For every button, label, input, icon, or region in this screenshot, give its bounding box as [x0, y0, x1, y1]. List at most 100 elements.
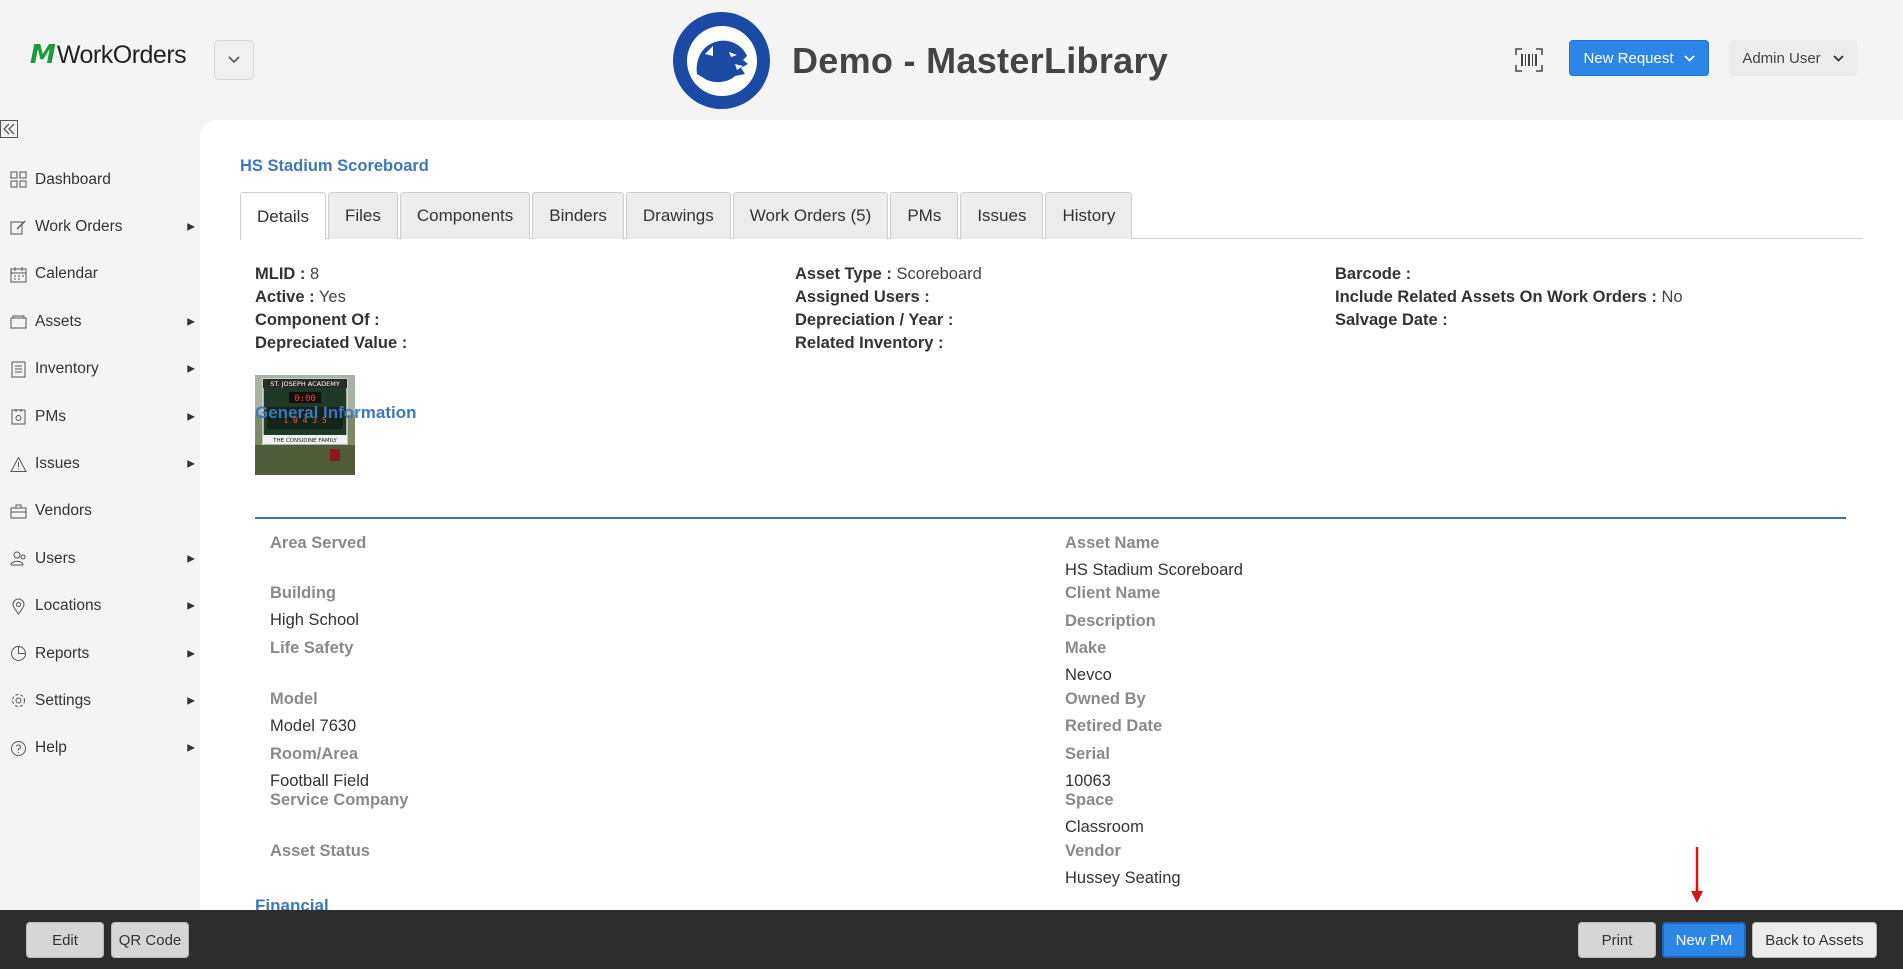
submenu-arrow-icon: ▶: [187, 695, 195, 707]
field-value-room-area: Football Field: [270, 772, 370, 790]
pms-icon: [9, 408, 27, 426]
field-label-asset-status: Asset Status: [270, 842, 370, 860]
sidebar-item-users[interactable]: Users ▶: [0, 535, 200, 582]
sidebar-nav: Dashboard Work Orders ▶ Calendar Assets …: [0, 156, 200, 772]
user-menu-button[interactable]: Admin User: [1729, 40, 1857, 76]
tab-files[interactable]: Files: [327, 192, 398, 239]
tab-pms[interactable]: PMs: [890, 192, 959, 239]
sidebar-item-label: Vendors: [35, 502, 92, 520]
warning-icon: [9, 455, 27, 473]
sidebar-item-help[interactable]: Help ▶: [0, 725, 200, 772]
chevron-down-icon: [1833, 54, 1844, 62]
field-value-make: Nevco: [1065, 666, 1112, 684]
sidebar-item-calendar[interactable]: Calendar: [0, 251, 200, 298]
field-label-model: Model: [270, 690, 318, 708]
field-label-asset-name: Asset Name: [1065, 534, 1160, 552]
app-logo[interactable]: M WorkOrders: [30, 40, 187, 70]
collapse-sidebar-button[interactable]: [0, 120, 20, 140]
field-label-room-area: Room/Area: [270, 745, 359, 763]
submenu-arrow-icon: ▶: [187, 600, 195, 612]
sidebar-item-label: Issues: [35, 455, 80, 473]
meta-depreciation-year: Depreciation / Year :: [795, 311, 954, 329]
meta-related-inventory: Related Inventory :: [795, 334, 944, 352]
calendar-icon: [9, 265, 27, 283]
sidebar-item-vendors[interactable]: Vendors: [0, 488, 200, 535]
sidebar-item-dashboard[interactable]: Dashboard: [0, 156, 200, 203]
general-information-heading: General Information: [255, 403, 417, 422]
sidebar-item-pms[interactable]: PMs ▶: [0, 393, 200, 440]
field-value-asset-name: HS Stadium Scoreboard: [1065, 561, 1243, 579]
tab-components[interactable]: Components: [399, 192, 531, 239]
main-content: HS Stadium Scoreboard Details Files Comp…: [200, 120, 1903, 910]
submenu-arrow-icon: ▶: [187, 458, 195, 470]
assets-icon: [9, 313, 27, 331]
new-request-label: New Request: [1583, 49, 1674, 67]
edit-button[interactable]: Edit: [26, 922, 104, 958]
meta-mlid: MLID : 8: [255, 265, 320, 283]
barcode-scan-icon[interactable]: [1515, 48, 1543, 72]
tab-details[interactable]: Details: [240, 192, 326, 240]
logo-text: WorkOrders: [56, 40, 187, 69]
meta-asset-type: Asset Type : Scoreboard: [795, 265, 982, 283]
sidebar-item-label: PMs: [35, 407, 66, 425]
submenu-arrow-icon: ▶: [187, 316, 195, 328]
sidebar-item-settings[interactable]: Settings ▶: [0, 677, 200, 724]
breadcrumb[interactable]: HS Stadium Scoreboard: [240, 157, 429, 176]
inventory-icon: [9, 360, 27, 378]
submenu-arrow-icon: ▶: [187, 648, 195, 660]
chevron-down-icon: [1683, 54, 1695, 62]
asset-tabs: Details Files Components Binders Drawing…: [240, 192, 1863, 240]
sidebar-item-label: Settings: [35, 691, 92, 709]
field-value-model: Model 7630: [270, 717, 357, 735]
meta-depreciated-value: Depreciated Value :: [255, 334, 408, 352]
new-pm-button[interactable]: New PM: [1662, 922, 1746, 958]
organization-title: Demo - MasterLibrary: [792, 39, 1169, 81]
dashboard-icon: [9, 171, 27, 189]
sidebar-item-work-orders[interactable]: Work Orders ▶: [0, 203, 200, 250]
sidebar-item-label: Dashboard: [35, 170, 111, 188]
sidebar-item-label: Assets: [35, 312, 82, 330]
app-switcher-dropdown[interactable]: [214, 40, 254, 80]
tab-work-orders[interactable]: Work Orders (5): [732, 192, 889, 239]
field-label-service-company: Service Company: [270, 791, 409, 809]
tab-drawings[interactable]: Drawings: [625, 192, 731, 239]
user-menu-label: Admin User: [1742, 49, 1821, 67]
sidebar-item-locations[interactable]: Locations ▶: [0, 583, 200, 630]
field-label-building: Building: [270, 584, 336, 602]
sidebar-item-label: Work Orders: [35, 218, 123, 236]
gear-icon: [9, 692, 27, 710]
sidebar-item-label: Users: [35, 549, 76, 567]
users-icon: [9, 550, 27, 568]
tab-binders[interactable]: Binders: [532, 192, 624, 239]
submenu-arrow-icon: ▶: [187, 411, 195, 423]
location-pin-icon: [9, 597, 27, 615]
submenu-arrow-icon: ▶: [187, 221, 195, 233]
meta-salvage-date: Salvage Date :: [1335, 311, 1448, 329]
field-label-space: Space: [1065, 791, 1114, 809]
submenu-arrow-icon: ▶: [187, 742, 195, 754]
tab-history[interactable]: History: [1045, 192, 1133, 239]
qr-code-button[interactable]: QR Code: [111, 922, 189, 958]
tab-issues[interactable]: Issues: [960, 192, 1044, 239]
field-label-make: Make: [1065, 639, 1107, 657]
sidebar-item-assets[interactable]: Assets ▶: [0, 298, 200, 345]
sidebar-item-label: Inventory: [35, 360, 99, 378]
meta-assigned-users: Assigned Users :: [795, 288, 930, 306]
pie-chart-icon: [9, 645, 27, 663]
new-request-button[interactable]: New Request: [1569, 40, 1709, 76]
svg-text:THE CONSIDINE FAMILY: THE CONSIDINE FAMILY: [272, 438, 337, 444]
field-value-building: High School: [270, 611, 359, 629]
print-button[interactable]: Print: [1578, 922, 1656, 958]
field-label-client-name: Client Name: [1065, 584, 1161, 602]
meta-barcode: Barcode :: [1335, 265, 1412, 283]
field-label-description: Description: [1065, 612, 1156, 630]
work-orders-icon: [9, 218, 27, 236]
svg-text:ST. JOSEPH ACADEMY: ST. JOSEPH ACADEMY: [270, 380, 340, 388]
asset-photo[interactable]: ST. JOSEPH ACADEMY 0:00 1 0 4 3 5 THE CO…: [255, 375, 355, 475]
field-label-serial: Serial: [1065, 745, 1110, 763]
sidebar-item-inventory[interactable]: Inventory ▶: [0, 346, 200, 393]
sidebar-item-issues[interactable]: Issues ▶: [0, 440, 200, 487]
briefcase-icon: [9, 502, 27, 520]
back-to-assets-button[interactable]: Back to Assets: [1752, 922, 1877, 958]
sidebar-item-reports[interactable]: Reports ▶: [0, 630, 200, 677]
